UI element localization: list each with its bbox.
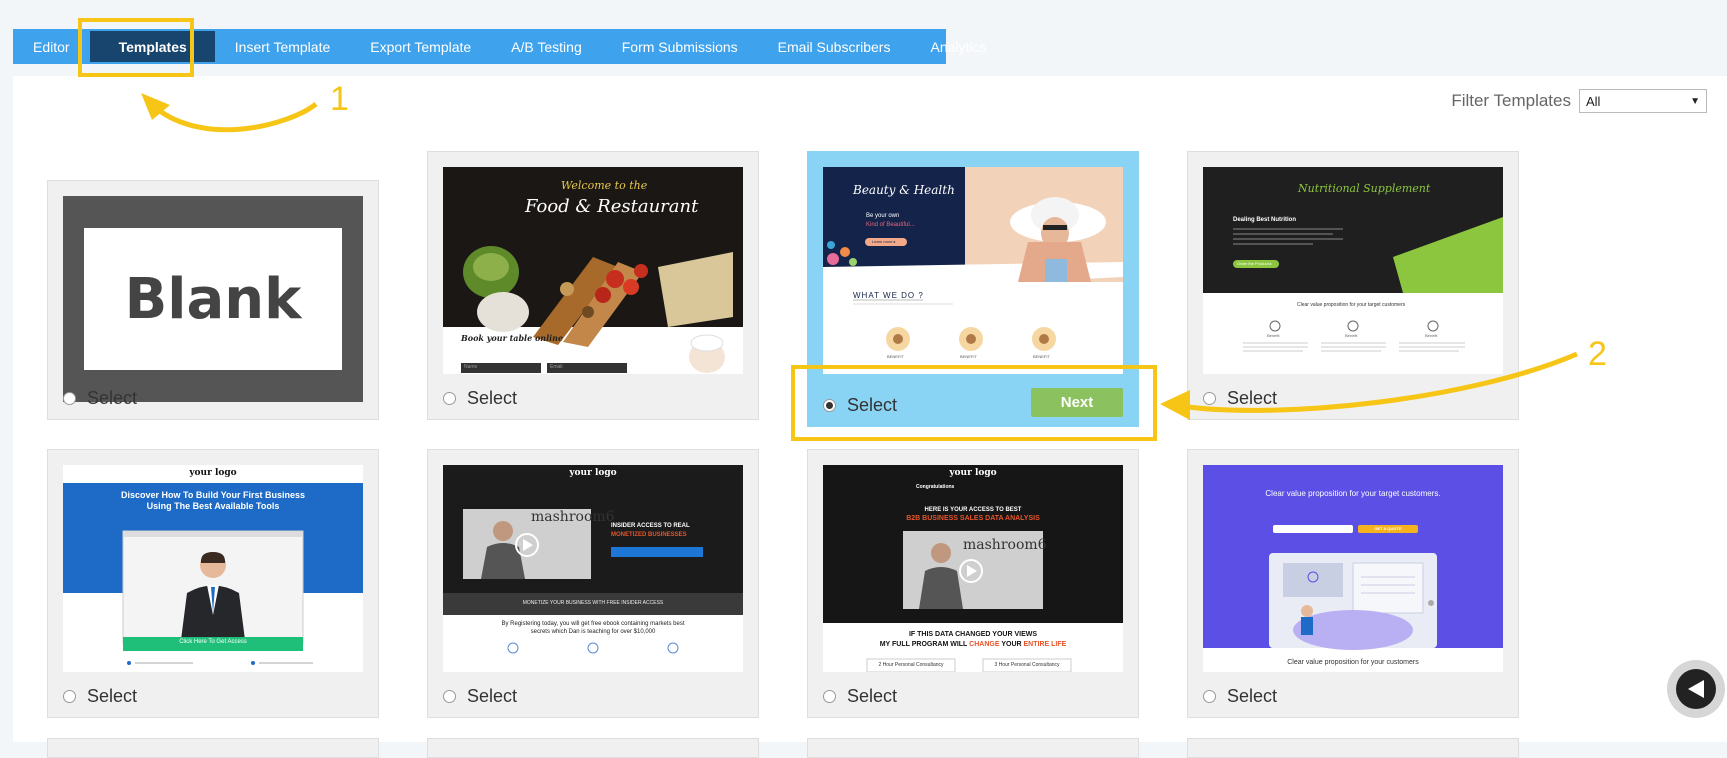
- back-arrow-icon: [1676, 669, 1716, 709]
- annotation-number-1: 1: [330, 80, 349, 118]
- annotation-arrows: [141, 93, 1578, 420]
- annotation-number-2: 2: [1588, 335, 1607, 373]
- back-button[interactable]: [1667, 660, 1725, 718]
